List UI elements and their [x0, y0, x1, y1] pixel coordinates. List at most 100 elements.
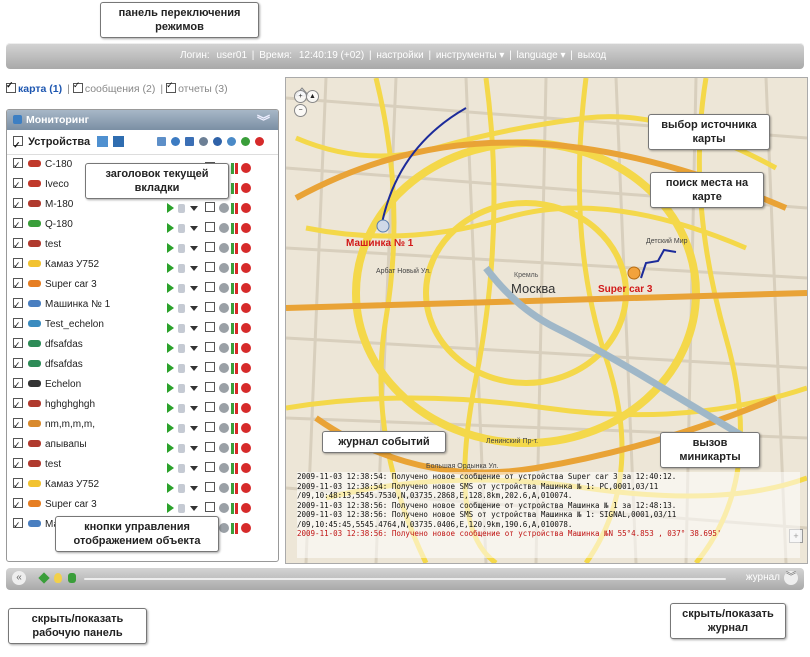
- status-icon[interactable]: [219, 203, 229, 214]
- add-device-icon[interactable]: [97, 136, 109, 147]
- device-row[interactable]: dfsafdas: [7, 355, 278, 375]
- toggle-panel-icon[interactable]: «: [12, 571, 26, 585]
- tab-map-checkbox[interactable]: [6, 80, 16, 93]
- show-checkbox[interactable]: [205, 482, 215, 492]
- status-icon[interactable]: [219, 263, 229, 274]
- dropdown-icon[interactable]: [190, 445, 198, 451]
- track-icon[interactable]: [178, 503, 185, 513]
- dropdown-icon[interactable]: [190, 285, 198, 291]
- device-row[interactable]: Камаз У752: [7, 475, 278, 495]
- exit-link[interactable]: выход: [578, 50, 607, 61]
- dropdown-icon[interactable]: [190, 465, 198, 471]
- device-menu-icon[interactable]: [113, 136, 125, 147]
- dropdown-icon[interactable]: [190, 405, 198, 411]
- status-icon[interactable]: [219, 463, 229, 474]
- device-row[interactable]: hghghghgh: [7, 395, 278, 415]
- show-checkbox[interactable]: [205, 222, 215, 232]
- play-icon[interactable]: [167, 403, 174, 414]
- show-checkbox[interactable]: [205, 422, 215, 432]
- dropdown-icon[interactable]: [190, 325, 198, 331]
- status-icon[interactable]: [219, 403, 229, 414]
- journal-label[interactable]: журнал: [746, 572, 780, 583]
- device-checkbox[interactable]: [13, 395, 23, 415]
- delete-device-icon[interactable]: [241, 423, 251, 434]
- delete-device-icon[interactable]: [241, 343, 251, 354]
- delete-device-icon[interactable]: [241, 223, 251, 234]
- status-icon[interactable]: [219, 483, 229, 494]
- delete-device-icon[interactable]: [241, 523, 251, 534]
- pan-up-icon[interactable]: ▲: [306, 90, 319, 103]
- device-checkbox[interactable]: [13, 275, 23, 295]
- route-icon[interactable]: [185, 137, 195, 146]
- delete-device-icon[interactable]: [241, 383, 251, 394]
- track-icon[interactable]: [178, 443, 185, 453]
- show-checkbox[interactable]: [205, 282, 215, 292]
- play-icon[interactable]: [167, 483, 174, 494]
- play-icon[interactable]: [167, 363, 174, 374]
- show-checkbox[interactable]: [205, 402, 215, 412]
- play-icon[interactable]: [167, 303, 174, 314]
- status-icon[interactable]: [219, 523, 229, 534]
- device-row[interactable]: Камаз У752: [7, 255, 278, 275]
- tab-messages-checkbox[interactable]: [72, 80, 83, 93]
- tab-messages[interactable]: | сообщения (2): [67, 80, 155, 95]
- show-checkbox[interactable]: [205, 382, 215, 392]
- track-icon[interactable]: [178, 283, 185, 293]
- status-icon[interactable]: [219, 443, 229, 454]
- status-icon[interactable]: [219, 503, 229, 514]
- dropdown-icon[interactable]: [190, 385, 198, 391]
- track-icon[interactable]: [178, 223, 185, 233]
- sort-icon[interactable]: [157, 137, 166, 146]
- device-checkbox[interactable]: [13, 355, 23, 375]
- vehicle-label-1[interactable]: Машинка № 1: [346, 238, 413, 249]
- show-checkbox[interactable]: [205, 502, 215, 512]
- show-checkbox[interactable]: [205, 202, 215, 212]
- play-icon[interactable]: [167, 423, 174, 434]
- track-icon[interactable]: [178, 263, 185, 273]
- show-checkbox[interactable]: [205, 462, 215, 472]
- device-checkbox[interactable]: [13, 455, 23, 475]
- pen-icon[interactable]: [38, 572, 50, 584]
- settings-icon[interactable]: [227, 137, 237, 146]
- tab-reports[interactable]: | отчеты (3): [160, 80, 227, 95]
- device-checkbox[interactable]: [13, 295, 23, 315]
- device-checkbox[interactable]: [13, 375, 23, 395]
- device-checkbox[interactable]: [13, 335, 23, 355]
- show-checkbox[interactable]: [205, 442, 215, 452]
- show-checkbox[interactable]: [205, 342, 215, 352]
- device-checkbox[interactable]: [13, 415, 23, 435]
- delete-device-icon[interactable]: [241, 463, 251, 474]
- play-icon[interactable]: [167, 343, 174, 354]
- device-row[interactable]: Echelon: [7, 375, 278, 395]
- sensor-icon[interactable]: [213, 137, 223, 146]
- device-checkbox[interactable]: [13, 215, 23, 235]
- delete-device-icon[interactable]: [241, 483, 251, 494]
- dropdown-icon[interactable]: [190, 505, 198, 511]
- delete-device-icon[interactable]: [241, 303, 251, 314]
- delete-device-icon[interactable]: [241, 183, 251, 194]
- show-checkbox[interactable]: [205, 262, 215, 272]
- device-row[interactable]: dfsafdas: [7, 335, 278, 355]
- track-icon[interactable]: [178, 243, 185, 253]
- play-icon[interactable]: [167, 283, 174, 294]
- play-icon[interactable]: [167, 323, 174, 334]
- connect-icon[interactable]: [199, 137, 209, 146]
- status-icon[interactable]: [219, 363, 229, 374]
- delete-device-icon[interactable]: [241, 243, 251, 254]
- delete-device-icon[interactable]: [241, 503, 251, 514]
- device-row[interactable]: Super car 3: [7, 275, 278, 295]
- show-checkbox[interactable]: [205, 362, 215, 372]
- event-journal[interactable]: 2009-11-03 12:38:54: Получено новое сооб…: [297, 472, 800, 558]
- device-row[interactable]: Super car 3: [7, 495, 278, 515]
- all-devices-checkbox[interactable]: [13, 133, 23, 157]
- play-icon[interactable]: [167, 263, 174, 274]
- play-icon[interactable]: [167, 203, 174, 214]
- delete-device-icon[interactable]: [241, 163, 251, 174]
- device-row[interactable]: nm,m,m,m,: [7, 415, 278, 435]
- track-icon[interactable]: [178, 203, 185, 213]
- play-icon[interactable]: [167, 463, 174, 474]
- play-icon[interactable]: [167, 383, 174, 394]
- vehicle-label-2[interactable]: Super car 3: [598, 284, 652, 295]
- status-icon[interactable]: [219, 223, 229, 234]
- status-icon[interactable]: [219, 243, 229, 254]
